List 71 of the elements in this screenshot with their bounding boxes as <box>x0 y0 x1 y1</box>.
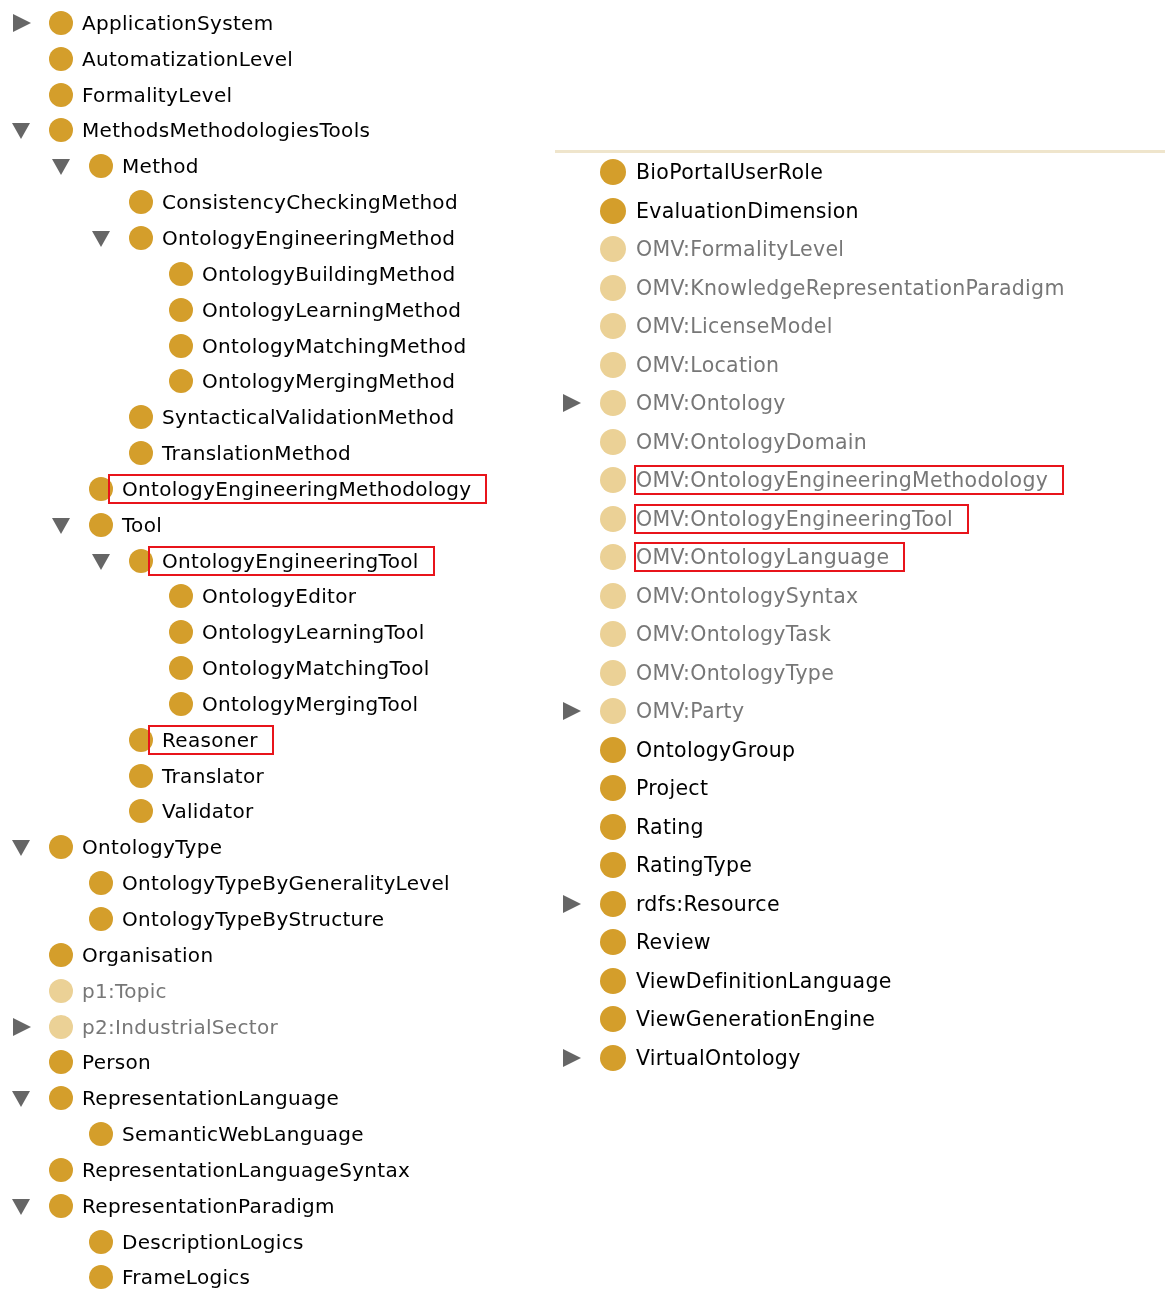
class-name[interactable]: Translator <box>160 760 266 791</box>
class-name[interactable]: EvaluationDimension <box>634 195 861 226</box>
class-name[interactable]: SemanticWebLanguage <box>120 1119 366 1150</box>
down-triangle-icon[interactable] <box>52 156 72 177</box>
class-name[interactable]: RatingType <box>634 850 755 881</box>
class-name[interactable]: MethodsMethodologiesTools <box>80 115 373 146</box>
class-name[interactable]: p2:IndustrialSector <box>80 1011 280 1042</box>
class-name[interactable]: OMV:OntologyDomain <box>634 426 870 457</box>
class-name[interactable]: ViewDefinitionLanguage <box>634 965 894 996</box>
class-name[interactable]: ConsistencyCheckingMethod <box>160 187 460 218</box>
class-name[interactable]: rdfs:Resource <box>634 888 782 919</box>
class-name[interactable]: Reasoner <box>148 724 274 755</box>
class-name[interactable]: RepresentationParadigm <box>80 1190 337 1221</box>
class-name[interactable]: BioPortalUserRole <box>634 157 826 188</box>
down-triangle-icon[interactable] <box>12 120 32 141</box>
class-name[interactable]: OMV:LicenseModel <box>634 311 835 342</box>
class-name[interactable]: OMV:OntologyEngineeringMethodology <box>634 465 1065 496</box>
class-name[interactable]: OMV:OntologySyntax <box>634 580 861 611</box>
class-name[interactable]: OntologyEngineeringMethod <box>160 223 458 253</box>
class-name[interactable]: OntologyType <box>80 832 225 863</box>
class-name[interactable]: Tool <box>120 509 165 540</box>
right-triangle-icon[interactable] <box>12 1016 32 1037</box>
class-name[interactable]: ApplicationSystem <box>80 7 276 38</box>
class-name[interactable]: OntologyLearningTool <box>200 617 427 648</box>
down-triangle-icon[interactable] <box>12 1088 32 1109</box>
right-triangle-icon[interactable] <box>562 393 582 414</box>
class-name[interactable]: SyntacticalValidationMethod <box>160 402 457 433</box>
class-name[interactable]: TranslationMethod <box>160 438 354 469</box>
class-name[interactable]: OntologyEngineeringTool <box>148 545 435 576</box>
class-name[interactable]: OntologyTypeByGeneralityLevel <box>120 868 452 899</box>
class-name[interactable]: DescriptionLogics <box>120 1226 306 1257</box>
class-name[interactable]: RepresentationLanguageSyntax <box>80 1154 413 1185</box>
class-name[interactable]: RepresentationLanguage <box>80 1083 342 1114</box>
class-name[interactable]: OntologyBuildingMethod <box>200 258 458 289</box>
class-name[interactable]: OntologyMergingTool <box>200 688 421 719</box>
class-name[interactable]: OntologyGroup <box>634 734 798 765</box>
class-name[interactable]: FormalityLevel <box>80 79 235 110</box>
class-name[interactable]: OntologyEditor <box>200 581 359 612</box>
class-name[interactable]: OMV:Location <box>634 349 782 380</box>
class-name[interactable]: Rating <box>634 811 706 842</box>
class-name[interactable]: OMV:KnowledgeRepresentationParadigm <box>634 272 1067 303</box>
class-name[interactable]: Validator <box>160 796 256 827</box>
class-name[interactable]: AutomatizationLevel <box>80 43 296 74</box>
class-name[interactable]: OntologyTypeByStructure <box>120 904 387 934</box>
right-triangle-icon[interactable] <box>562 1047 582 1068</box>
class-name[interactable]: OntologyMergingMethod <box>200 366 458 397</box>
class-name[interactable]: OntologyEngineeringMethodology <box>108 473 488 504</box>
class-name[interactable]: ViewGenerationEngine <box>634 1004 878 1035</box>
class-name[interactable]: OMV:OntologyLanguage <box>634 542 906 573</box>
down-triangle-icon[interactable] <box>92 228 112 248</box>
class-name[interactable]: Method <box>120 151 201 182</box>
class-name[interactable]: Review <box>634 927 713 958</box>
class-name[interactable]: OMV:Party <box>634 696 747 727</box>
class-name[interactable]: OMV:Ontology <box>634 388 788 419</box>
class-name[interactable]: OntologyMatchingTool <box>200 653 432 684</box>
class-name[interactable]: OMV:OntologyEngineeringTool <box>634 503 970 534</box>
class-name[interactable]: OMV:OntologyType <box>634 657 837 688</box>
right-triangle-icon[interactable] <box>562 701 582 722</box>
class-name[interactable]: OntologyMatchingMethod <box>200 330 469 361</box>
right-triangle-icon[interactable] <box>12 12 32 33</box>
class-name[interactable]: p1:Topic <box>80 975 169 1006</box>
class-name[interactable]: Organisation <box>80 939 216 970</box>
down-triangle-icon[interactable] <box>12 837 32 858</box>
class-name[interactable]: OntologyLearningMethod <box>200 294 464 325</box>
right-triangle-icon[interactable] <box>562 893 582 914</box>
class-name[interactable]: Project <box>634 773 711 804</box>
class-name[interactable]: FrameLogics <box>120 1262 253 1293</box>
class-name[interactable]: OMV:FormalityLevel <box>634 234 847 265</box>
class-name[interactable]: VirtualOntology <box>634 1042 803 1073</box>
class-name[interactable]: Person <box>80 1047 153 1078</box>
class-name[interactable]: OMV:OntologyTask <box>634 619 834 650</box>
